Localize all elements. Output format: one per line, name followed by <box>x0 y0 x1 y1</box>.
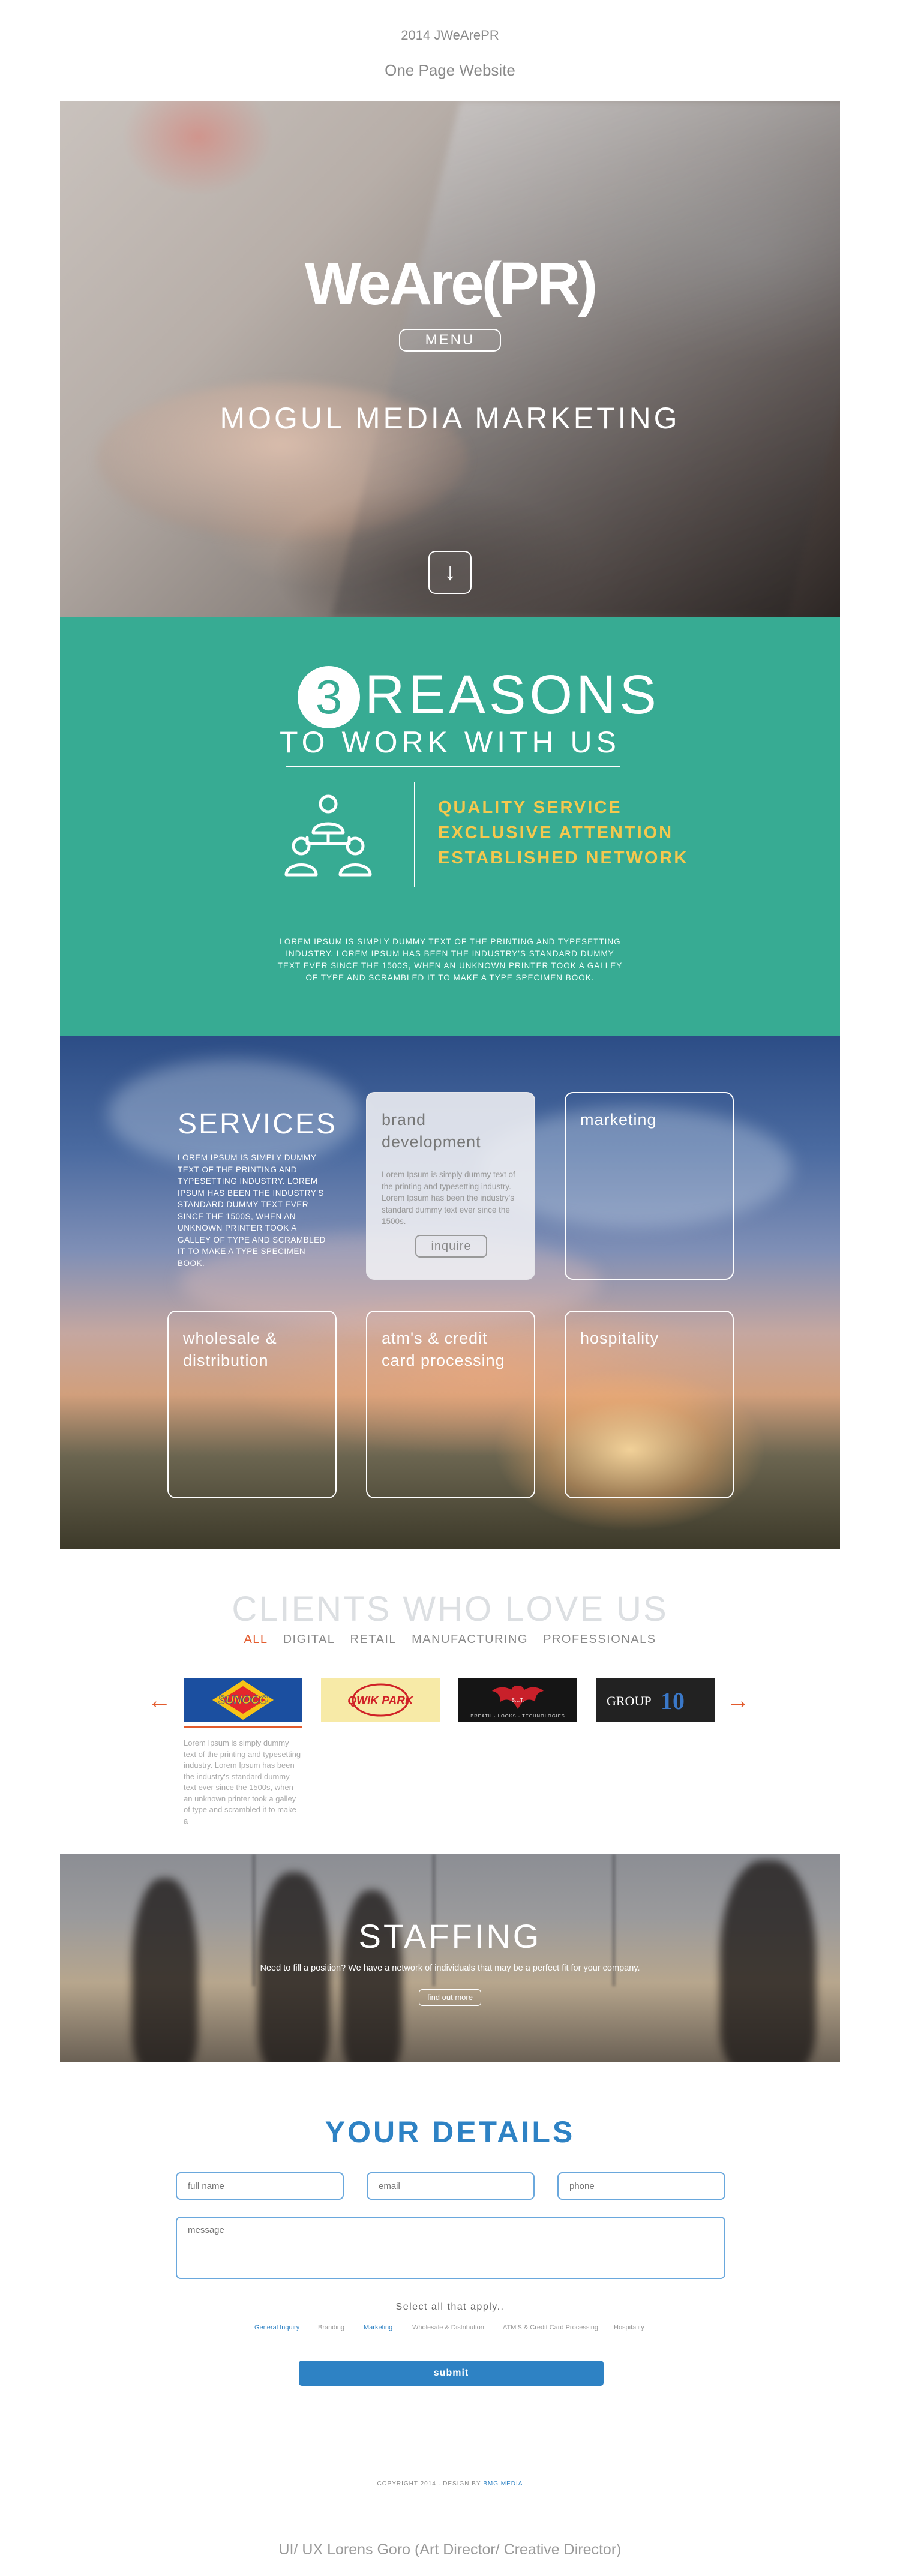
service-card-hospitality[interactable]: hospitality <box>565 1311 734 1498</box>
service-card-title: brand development <box>382 1111 481 1151</box>
service-card-atm-processing[interactable]: atm's & credit card processing <box>366 1311 535 1498</box>
client-description: Lorem Ipsum is simply dummy text of the … <box>184 1738 301 1825</box>
staffing-section: STAFFING Need to fill a position? We hav… <box>60 1854 840 2062</box>
service-card-description: Lorem Ipsum is simply dummy text of the … <box>382 1170 515 1226</box>
client-logo-sunoco[interactable]: SUNOCO <box>184 1678 302 1722</box>
service-card-title: atm's & credit card processing <box>382 1329 505 1369</box>
scroll-down-button[interactable]: ↓ <box>428 551 472 594</box>
filter-retail[interactable]: RETAIL <box>350 1633 397 1646</box>
service-card-title: hospitality <box>580 1329 659 1347</box>
inquire-button[interactable]: inquire <box>415 1235 487 1258</box>
group10-logo-text: GROUP <box>607 1693 652 1708</box>
reasons-body-text: LOREM IPSUM IS SIMPLY DUMMY TEXT OF THE … <box>277 937 623 982</box>
staffing-text: Need to fill a position? We have a netwo… <box>260 1963 640 1973</box>
reason-item-attention: EXCLUSIVE ATTENTION <box>438 823 674 842</box>
reason-item-network: ESTABLISHED NETWORK <box>438 848 689 868</box>
services-title: SERVICES <box>178 1108 337 1140</box>
sunoco-logo-icon: SUNOCO <box>212 1680 274 1720</box>
find-out-more-button[interactable]: find out more <box>419 1989 481 2006</box>
client-logo-qwik-park[interactable]: QWIK PARK <box>321 1678 440 1722</box>
phone-field[interactable] <box>557 2172 725 2200</box>
details-title: YOUR DETAILS <box>325 2115 575 2149</box>
designer-link[interactable]: BMG MEDIA <box>483 2481 523 2487</box>
message-field[interactable] <box>176 2217 725 2279</box>
network-people-icon <box>284 794 372 877</box>
hero-tagline: MOGUL MEDIA MARKETING <box>220 401 680 435</box>
service-card-title: wholesale & distribution <box>183 1329 277 1369</box>
email-field[interactable] <box>367 2172 535 2200</box>
presentation-credit-caption: UI/ UX Lorens Goro (Art Director/ Creati… <box>278 2541 622 2558</box>
submit-button[interactable]: submit <box>299 2361 604 2386</box>
hero-background-laptop <box>331 101 840 617</box>
full-name-field[interactable] <box>176 2172 344 2200</box>
service-card-wholesale[interactable]: wholesale & distribution <box>167 1311 337 1498</box>
client-logo-group10[interactable]: GROUP 10 <box>596 1678 715 1722</box>
option-wholesale-distribution[interactable]: Wholesale & Distribution <box>412 2324 484 2331</box>
reasons-vertical-divider <box>414 782 415 887</box>
reason-item-quality: QUALITY SERVICE <box>438 798 622 817</box>
filter-professionals[interactable]: PROFESSIONALS <box>543 1633 656 1646</box>
arrow-right-icon[interactable]: → <box>726 1687 750 1714</box>
staffing-title: STAFFING <box>358 1917 542 1955</box>
qwik-park-logo-text: QWIK PARK <box>347 1695 414 1707</box>
presentation-year-caption: 2014 JWeArePR <box>401 28 499 43</box>
clients-title: CLIENTS WHO LOVE US <box>232 1590 668 1629</box>
blt-logo-subtext: BREATH · LOOKS · TECHNOLOGIES <box>470 1713 565 1719</box>
footer-copyright: COPYRIGHT 2014 . DESIGN BY BMG MEDIA <box>0 2481 900 2487</box>
reasons-subtitle: TO WORK WITH US <box>280 725 620 759</box>
reasons-title: REASONS <box>365 664 660 725</box>
service-card-brand-development[interactable]: brand development Lorem Ipsum is simply … <box>366 1092 535 1280</box>
blt-logo-text: B.L.T. <box>512 1698 524 1703</box>
option-hospitality[interactable]: Hospitality <box>614 2324 644 2331</box>
filter-manufacturing[interactable]: MANUFACTURING <box>412 1633 528 1646</box>
select-all-label: Select all that apply.. <box>395 2302 505 2312</box>
option-branding[interactable]: Branding <box>318 2324 344 2331</box>
arrow-down-icon: ↓ <box>444 559 456 585</box>
filter-digital[interactable]: DIGITAL <box>283 1633 335 1646</box>
service-card-marketing[interactable]: marketing <box>565 1092 734 1280</box>
reasons-section: 3 REASONS TO WORK WITH US QUALITY SERVIC… <box>60 617 840 1036</box>
clients-filter-bar: ALL DIGITAL RETAIL MANUFACTURING PROFESS… <box>0 1633 900 1647</box>
option-general-inquiry[interactable]: General Inquiry <box>254 2324 299 2331</box>
services-body-text: LOREM IPSUM IS SIMPLY DUMMY TEXT OF THE … <box>178 1153 326 1268</box>
reasons-divider-rule <box>286 766 620 767</box>
sunoco-logo-text: SUNOCO <box>218 1694 268 1707</box>
site-logo[interactable]: WeAre(PR) <box>60 250 840 319</box>
reasons-number-badge: 3 <box>298 666 360 728</box>
client-active-underline <box>184 1726 302 1728</box>
copyright-text: COPYRIGHT 2014 . DESIGN BY <box>377 2481 481 2487</box>
menu-button[interactable]: MENU <box>399 329 501 352</box>
client-logo-blt[interactable]: BREATH · LOOKS · TECHNOLOGIES B.L.T. <box>458 1678 577 1722</box>
group10-logo-icon: GROUP 10 <box>607 1687 685 1714</box>
group10-logo-number: 10 <box>661 1687 685 1714</box>
presentation-subtitle-caption: One Page Website <box>385 61 515 79</box>
bat-logo-icon: BREATH · LOOKS · TECHNOLOGIES B.L.T. <box>470 1686 565 1719</box>
qwik-park-logo-icon: QWIK PARK <box>347 1683 414 1717</box>
option-atm-processing[interactable]: ATM'S & Credit Card Processing <box>503 2324 598 2331</box>
option-marketing[interactable]: Marketing <box>364 2324 392 2331</box>
arrow-left-icon[interactable]: ← <box>148 1687 172 1714</box>
services-section: SERVICES LOREM IPSUM IS SIMPLY DUMMY TEX… <box>60 1036 840 1549</box>
service-card-title: marketing <box>580 1111 657 1129</box>
filter-all[interactable]: ALL <box>244 1633 268 1646</box>
hero-section: WeAre(PR) MENU MOGUL MEDIA MARKETING ↓ <box>60 101 840 617</box>
